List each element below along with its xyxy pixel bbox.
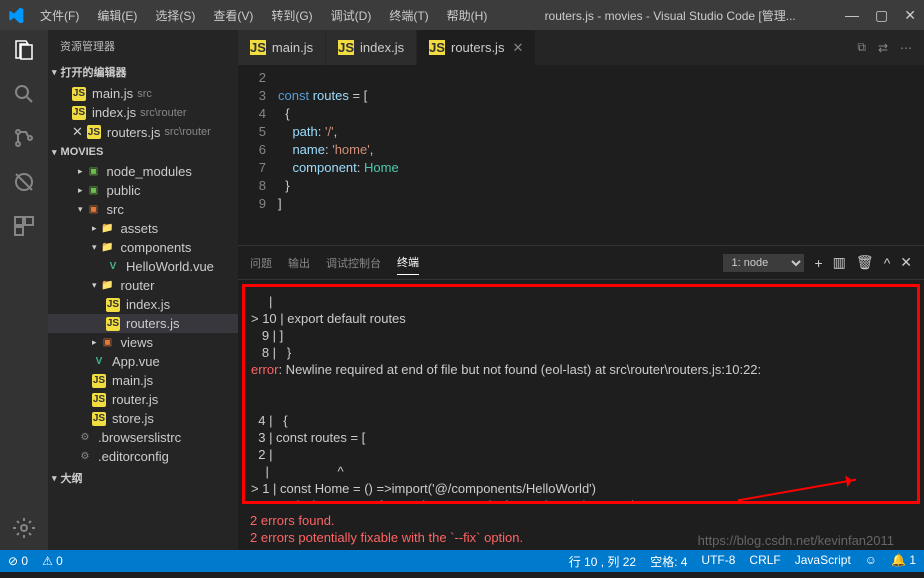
tree-folder[interactable]: 📁components	[48, 238, 238, 257]
menu-item[interactable]: 选择(S)	[147, 3, 203, 28]
status-encoding[interactable]: UTF-8	[701, 553, 735, 570]
tree-folder[interactable]: ▣src	[48, 200, 238, 219]
maximize-panel-icon[interactable]: ^	[884, 255, 891, 271]
source-control-icon[interactable]	[12, 126, 36, 150]
menu-item[interactable]: 转到(G)	[263, 3, 320, 28]
explorer-sidebar: 资源管理器 打开的编辑器 JSmain.jssrcJSindex.jssrc\r…	[48, 30, 238, 550]
split-terminal-icon[interactable]: ▥	[833, 254, 846, 271]
tree-folder[interactable]: ▣views	[48, 333, 238, 352]
tab-actions: ⧉ ⇄ ⋯	[857, 30, 924, 65]
search-icon[interactable]	[12, 82, 36, 106]
titlebar: 文件(F)编辑(E)选择(S)查看(V)转到(G)调试(D)终端(T)帮助(H)…	[0, 0, 924, 30]
minimap[interactable]	[844, 65, 924, 245]
editor-tab[interactable]: JSrouters.js✕	[417, 30, 536, 65]
panel-tab[interactable]: 问题	[250, 251, 272, 275]
main-menu: 文件(F)编辑(E)选择(S)查看(V)转到(G)调试(D)终端(T)帮助(H)	[32, 3, 495, 28]
code-editor[interactable]: 23456789 const routes = [ { path: '/', n…	[238, 65, 924, 245]
settings-gear-icon[interactable]	[12, 516, 36, 540]
new-terminal-icon[interactable]: +	[814, 255, 822, 271]
tree-file[interactable]: VHelloWorld.vue	[48, 257, 238, 276]
tree-file[interactable]: ⚙.editorconfig	[48, 447, 238, 466]
panel-tabs: 问题输出调试控制台终端 1: node + ▥ 🗑 ^ ✕	[238, 246, 924, 280]
minimize-button[interactable]: —	[845, 7, 859, 23]
menu-item[interactable]: 文件(F)	[32, 3, 87, 28]
extensions-icon[interactable]	[12, 214, 36, 238]
editor-tab[interactable]: JSindex.js	[326, 30, 417, 65]
menu-item[interactable]: 终端(T)	[381, 3, 436, 28]
tree-file[interactable]: JSmain.js	[48, 371, 238, 390]
tree-file[interactable]: JSrouters.js	[48, 314, 238, 333]
editor-tab[interactable]: JSmain.js	[238, 30, 326, 65]
menu-item[interactable]: 编辑(E)	[89, 3, 145, 28]
menu-item[interactable]: 帮助(H)	[439, 3, 496, 28]
split-editor-icon[interactable]: ⧉	[857, 40, 866, 55]
panel-tab[interactable]: 终端	[397, 250, 419, 275]
tree-file[interactable]: JSindex.js	[48, 295, 238, 314]
sidebar-title: 资源管理器	[48, 30, 238, 62]
status-notifications[interactable]: 🔔 1	[891, 553, 916, 570]
more-icon[interactable]: ⋯	[900, 41, 912, 55]
activity-bar	[0, 30, 48, 550]
open-editor-item[interactable]: JSmain.jssrc	[48, 84, 238, 103]
tree-file[interactable]: ⚙.browserslistrc	[48, 428, 238, 447]
bottom-panel: 问题输出调试控制台终端 1: node + ▥ 🗑 ^ ✕ |> 10 | ex…	[238, 245, 924, 550]
vscode-logo-icon	[8, 7, 24, 23]
compare-icon[interactable]: ⇄	[878, 41, 888, 55]
terminal-output[interactable]: |> 10 | export default routes 9 | ] 8 | …	[242, 284, 920, 504]
status-feedback[interactable]: ☺	[865, 553, 877, 570]
editor-tabs: JSmain.jsJSindex.jsJSrouters.js✕ ⧉ ⇄ ⋯	[238, 30, 924, 65]
editor-area: JSmain.jsJSindex.jsJSrouters.js✕ ⧉ ⇄ ⋯ 2…	[238, 30, 924, 550]
window-title: routers.js - movies - Visual Studio Code…	[495, 7, 845, 24]
terminal-selector[interactable]: 1: node	[723, 254, 804, 272]
tree-folder[interactable]: 📁assets	[48, 219, 238, 238]
status-cursor[interactable]: 行 10 , 列 22	[569, 553, 636, 570]
menu-item[interactable]: 查看(V)	[205, 3, 261, 28]
watermark: https://blog.csdn.net/kevinfan2011	[698, 533, 894, 548]
status-errors[interactable]: ⊘ 0	[8, 554, 28, 568]
tree-file[interactable]: VApp.vue	[48, 352, 238, 371]
status-eol[interactable]: CRLF	[749, 553, 780, 570]
tree-folder[interactable]: ▣node_modules	[48, 162, 238, 181]
status-language[interactable]: JavaScript	[795, 553, 851, 570]
window-controls: — ▢ ✕	[845, 7, 916, 24]
explorer-icon[interactable]	[12, 38, 36, 62]
status-bar: ⊘ 0 ⚠ 0 行 10 , 列 22 空格: 4 UTF-8 CRLF Jav…	[0, 550, 924, 572]
menu-item[interactable]: 调试(D)	[323, 3, 380, 28]
tree-folder[interactable]: 📁router	[48, 276, 238, 295]
project-header[interactable]: MOVIES	[48, 144, 238, 160]
open-editor-item[interactable]: JSindex.jssrc\router	[48, 103, 238, 122]
open-editors-header[interactable]: 打开的编辑器	[48, 62, 238, 82]
maximize-button[interactable]: ▢	[875, 7, 888, 24]
tree-file[interactable]: JSrouter.js	[48, 390, 238, 409]
tree-folder[interactable]: ▣public	[48, 181, 238, 200]
open-editor-item[interactable]: ✕JSrouters.jssrc\router	[48, 122, 238, 142]
close-button[interactable]: ✕	[904, 7, 916, 24]
status-spaces[interactable]: 空格: 4	[650, 553, 687, 570]
status-warnings[interactable]: ⚠ 0	[42, 554, 63, 568]
panel-tab[interactable]: 输出	[288, 251, 310, 275]
kill-terminal-icon[interactable]: 🗑	[856, 254, 874, 271]
debug-icon[interactable]	[12, 170, 36, 194]
panel-tab[interactable]: 调试控制台	[326, 251, 381, 275]
tree-file[interactable]: JSstore.js	[48, 409, 238, 428]
outline-header[interactable]: 大纲	[48, 468, 238, 488]
close-panel-icon[interactable]: ✕	[900, 254, 912, 271]
